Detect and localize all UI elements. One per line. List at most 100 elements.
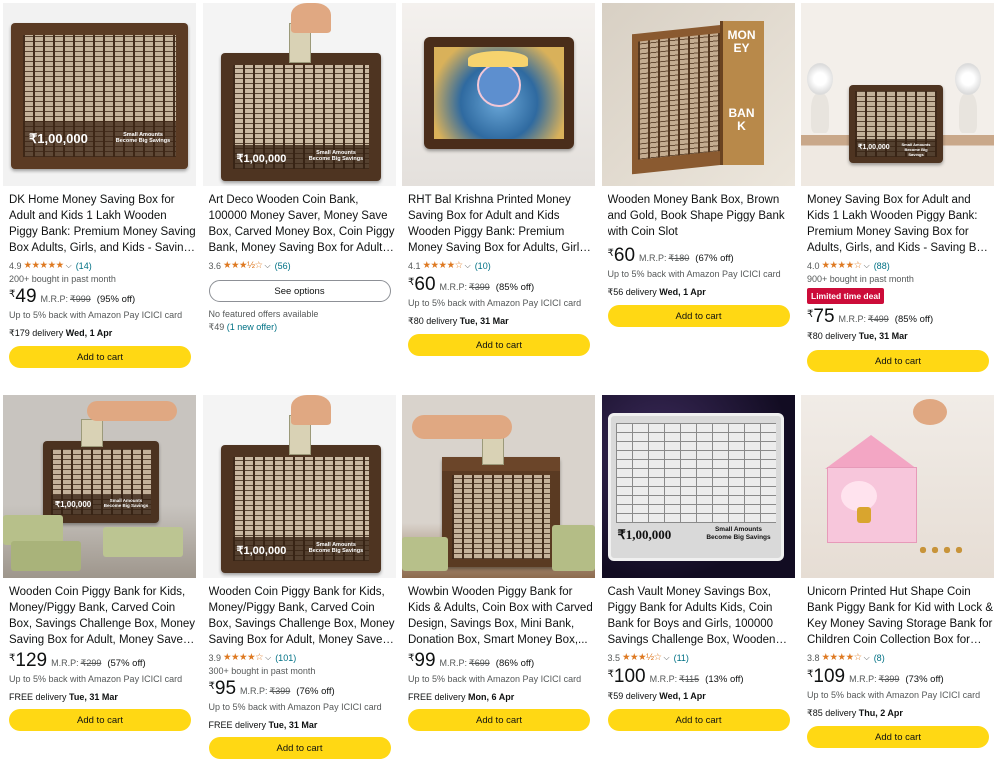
add-to-cart-button[interactable]: Add to cart bbox=[607, 305, 790, 327]
price-row: ₹ 99 M.R.P: ₹699 (86% off) bbox=[408, 651, 595, 673]
image-tagline-text: Small Amounts Become Big Savings bbox=[115, 132, 171, 144]
product-grid: ₹1,00,000 Small Amounts Become Big Savin… bbox=[3, 3, 999, 771]
chevron-down-icon[interactable]: ⌵ bbox=[864, 261, 870, 271]
product-image[interactable]: ₹1,00,000 Small Amounts Become Big Savin… bbox=[3, 395, 196, 578]
product-title[interactable]: Art Deco Wooden Coin Bank, 100000 Money … bbox=[209, 192, 396, 256]
delivery-info: ₹80 delivery Tue, 31 Mar bbox=[807, 331, 908, 341]
review-count-link[interactable]: (11) bbox=[674, 653, 689, 663]
price[interactable]: 100 bbox=[614, 667, 646, 687]
review-count-link[interactable]: (88) bbox=[874, 261, 890, 271]
price[interactable]: 99 bbox=[414, 651, 435, 671]
price-row: ₹ 60 M.R.P: ₹180 (67% off) bbox=[608, 246, 795, 268]
product-image[interactable]: ₹1,00,000 Small Amounts Become Big Savin… bbox=[3, 3, 196, 186]
product-image[interactable]: ₹1,00,000 Small Amounts Become Big Savin… bbox=[601, 395, 795, 578]
product-title[interactable]: Wooden Money Bank Box, Brown and Gold, B… bbox=[608, 192, 795, 240]
product-card: ₹1,00,000 Small Amounts Become Big Savin… bbox=[202, 3, 396, 386]
star-rating-icon: ★★★½☆ bbox=[622, 652, 662, 663]
star-rating-icon: ★★★★☆ bbox=[223, 652, 264, 663]
product-image[interactable]: ₹1,00,000 Small Amounts Become Big Savin… bbox=[202, 395, 396, 578]
product-card: ₹1,00,000 Small Amounts Become Big Savin… bbox=[801, 3, 994, 386]
review-count-link[interactable]: (101) bbox=[275, 653, 296, 663]
chevron-down-icon[interactable]: ⌵ bbox=[265, 261, 271, 271]
add-to-cart-button[interactable]: Add to cart bbox=[807, 350, 989, 372]
discount-percent: (13% off) bbox=[705, 674, 744, 685]
add-to-cart-button[interactable]: Add to cart bbox=[807, 726, 989, 748]
chevron-down-icon[interactable]: ⌵ bbox=[664, 653, 670, 663]
product-card: MONEY BANK Wooden Money Bank Box, Brown … bbox=[601, 3, 795, 386]
product-card: Wowbin Wooden Piggy Bank for Kids & Adul… bbox=[402, 395, 595, 771]
product-image[interactable]: ₹1,00,000 Small Amounts Become Big Savin… bbox=[801, 3, 994, 186]
mrp-price: ₹399 bbox=[878, 674, 900, 684]
image-amount-text: ₹1,00,000 bbox=[29, 131, 88, 146]
mrp-label: M.R.P: bbox=[240, 686, 268, 696]
mrp-price: ₹115 bbox=[679, 674, 700, 684]
see-options-button[interactable]: See options bbox=[208, 280, 391, 302]
bought-count: 900+ bought in past month bbox=[807, 274, 914, 284]
delivery-info: ₹59 delivery Wed, 1 Apr bbox=[607, 691, 706, 701]
discount-percent: (86% off) bbox=[495, 658, 535, 669]
star-rating-icon: ★★★½☆ bbox=[223, 260, 263, 271]
review-count-link[interactable]: (56) bbox=[275, 261, 291, 271]
add-to-cart-button[interactable]: Add to cart bbox=[9, 346, 191, 368]
add-to-cart-button[interactable]: Add to cart bbox=[408, 709, 590, 731]
chevron-down-icon[interactable]: ⌵ bbox=[465, 261, 471, 271]
price[interactable]: 49 bbox=[15, 287, 36, 307]
rating-value: 3.8 bbox=[807, 652, 820, 663]
rating-row[interactable]: 3.8 ★★★★☆ ⌵ (8) bbox=[807, 651, 994, 664]
no-offers-text: No featured offers available ₹49 (1 new … bbox=[208, 309, 319, 332]
chevron-down-icon[interactable]: ⌵ bbox=[66, 261, 72, 271]
product-title[interactable]: Money Saving Box for Adult and Kids 1 La… bbox=[807, 192, 994, 256]
product-title[interactable]: Wooden Coin Piggy Bank for Kids, Money/P… bbox=[209, 584, 396, 648]
price-row: ₹ 129 M.R.P: ₹299 (57% off) bbox=[9, 651, 196, 673]
product-title[interactable]: Wowbin Wooden Piggy Bank for Kids & Adul… bbox=[408, 584, 595, 648]
chevron-down-icon[interactable]: ⌵ bbox=[864, 653, 870, 663]
delivery-info: ₹179 delivery Wed, 1 Apr bbox=[9, 328, 113, 338]
add-to-cart-button[interactable]: Add to cart bbox=[208, 737, 391, 759]
price[interactable]: 75 bbox=[813, 307, 834, 327]
add-to-cart-button[interactable]: Add to cart bbox=[408, 334, 590, 356]
review-count-link[interactable]: (10) bbox=[475, 261, 491, 271]
rating-row[interactable]: 4.9 ★★★★★ ⌵ (14) bbox=[9, 259, 196, 272]
rating-row[interactable]: 4.0 ★★★★☆ ⌵ (88) bbox=[807, 259, 994, 272]
product-image[interactable] bbox=[402, 3, 595, 186]
price[interactable]: 95 bbox=[215, 679, 236, 699]
offer-price: ₹49 bbox=[208, 322, 225, 332]
product-image[interactable] bbox=[402, 395, 595, 578]
new-offer-link[interactable]: (1 new offer) bbox=[227, 322, 277, 332]
price[interactable]: 129 bbox=[15, 651, 47, 671]
product-title[interactable]: Wooden Coin Piggy Bank for Kids, Money/P… bbox=[9, 584, 196, 648]
rating-value: 4.0 bbox=[807, 260, 820, 271]
price-row: ₹ 75 M.R.P: ₹499 (85% off) bbox=[807, 307, 994, 329]
cashback-offer: Up to 5% back with Amazon Pay ICICI card bbox=[9, 674, 183, 684]
review-count-link[interactable]: (14) bbox=[76, 261, 92, 271]
image-spine-top-text: MONEY bbox=[727, 28, 756, 55]
product-title[interactable]: Unicorn Printed Hut Shape Coin Bank Pigg… bbox=[807, 584, 994, 648]
mrp-label: M.R.P: bbox=[639, 253, 667, 263]
rating-row[interactable]: 3.9 ★★★★☆ ⌵ (101) bbox=[209, 651, 396, 664]
product-title[interactable]: RHT Bal Krishna Printed Money Saving Box… bbox=[408, 192, 595, 256]
product-title[interactable]: DK Home Money Saving Box for Adult and K… bbox=[9, 192, 196, 256]
chevron-down-icon[interactable]: ⌵ bbox=[265, 653, 271, 663]
rating-row[interactable]: 3.6 ★★★½☆ ⌵ (56) bbox=[209, 259, 396, 272]
product-image[interactable] bbox=[801, 395, 994, 578]
price[interactable]: 60 bbox=[614, 246, 635, 266]
image-amount-text: ₹1,00,000 bbox=[858, 144, 890, 151]
rating-row[interactable]: 4.1 ★★★★☆ ⌵ (10) bbox=[408, 259, 595, 272]
rating-row[interactable]: 3.5 ★★★½☆ ⌵ (11) bbox=[608, 651, 795, 664]
product-card: ₹1,00,000 Small Amounts Become Big Savin… bbox=[3, 395, 196, 771]
price-row: ₹ 49 M.R.P: ₹999 (95% off) bbox=[9, 287, 196, 309]
price[interactable]: 109 bbox=[813, 667, 845, 687]
add-to-cart-button[interactable]: Add to cart bbox=[9, 709, 191, 731]
discount-percent: (85% off) bbox=[495, 282, 535, 293]
review-count-link[interactable]: (8) bbox=[874, 653, 885, 663]
product-title[interactable]: Cash Vault Money Savings Box, Piggy Bank… bbox=[608, 584, 795, 648]
product-image[interactable]: ₹1,00,000 Small Amounts Become Big Savin… bbox=[202, 3, 396, 186]
cashback-offer: Up to 5% back with Amazon Pay ICICI card bbox=[9, 310, 183, 320]
delivery-info: FREE delivery Tue, 31 Mar bbox=[208, 720, 318, 730]
mrp-label: M.R.P: bbox=[838, 314, 867, 324]
image-tagline-text: Small Amounts Become Big Savings bbox=[706, 526, 771, 541]
price[interactable]: 60 bbox=[414, 275, 435, 295]
add-to-cart-button[interactable]: Add to cart bbox=[607, 709, 790, 731]
image-tagline-text: Small Amounts Become Big Savings bbox=[901, 142, 931, 157]
product-image[interactable]: MONEY BANK bbox=[601, 3, 795, 186]
